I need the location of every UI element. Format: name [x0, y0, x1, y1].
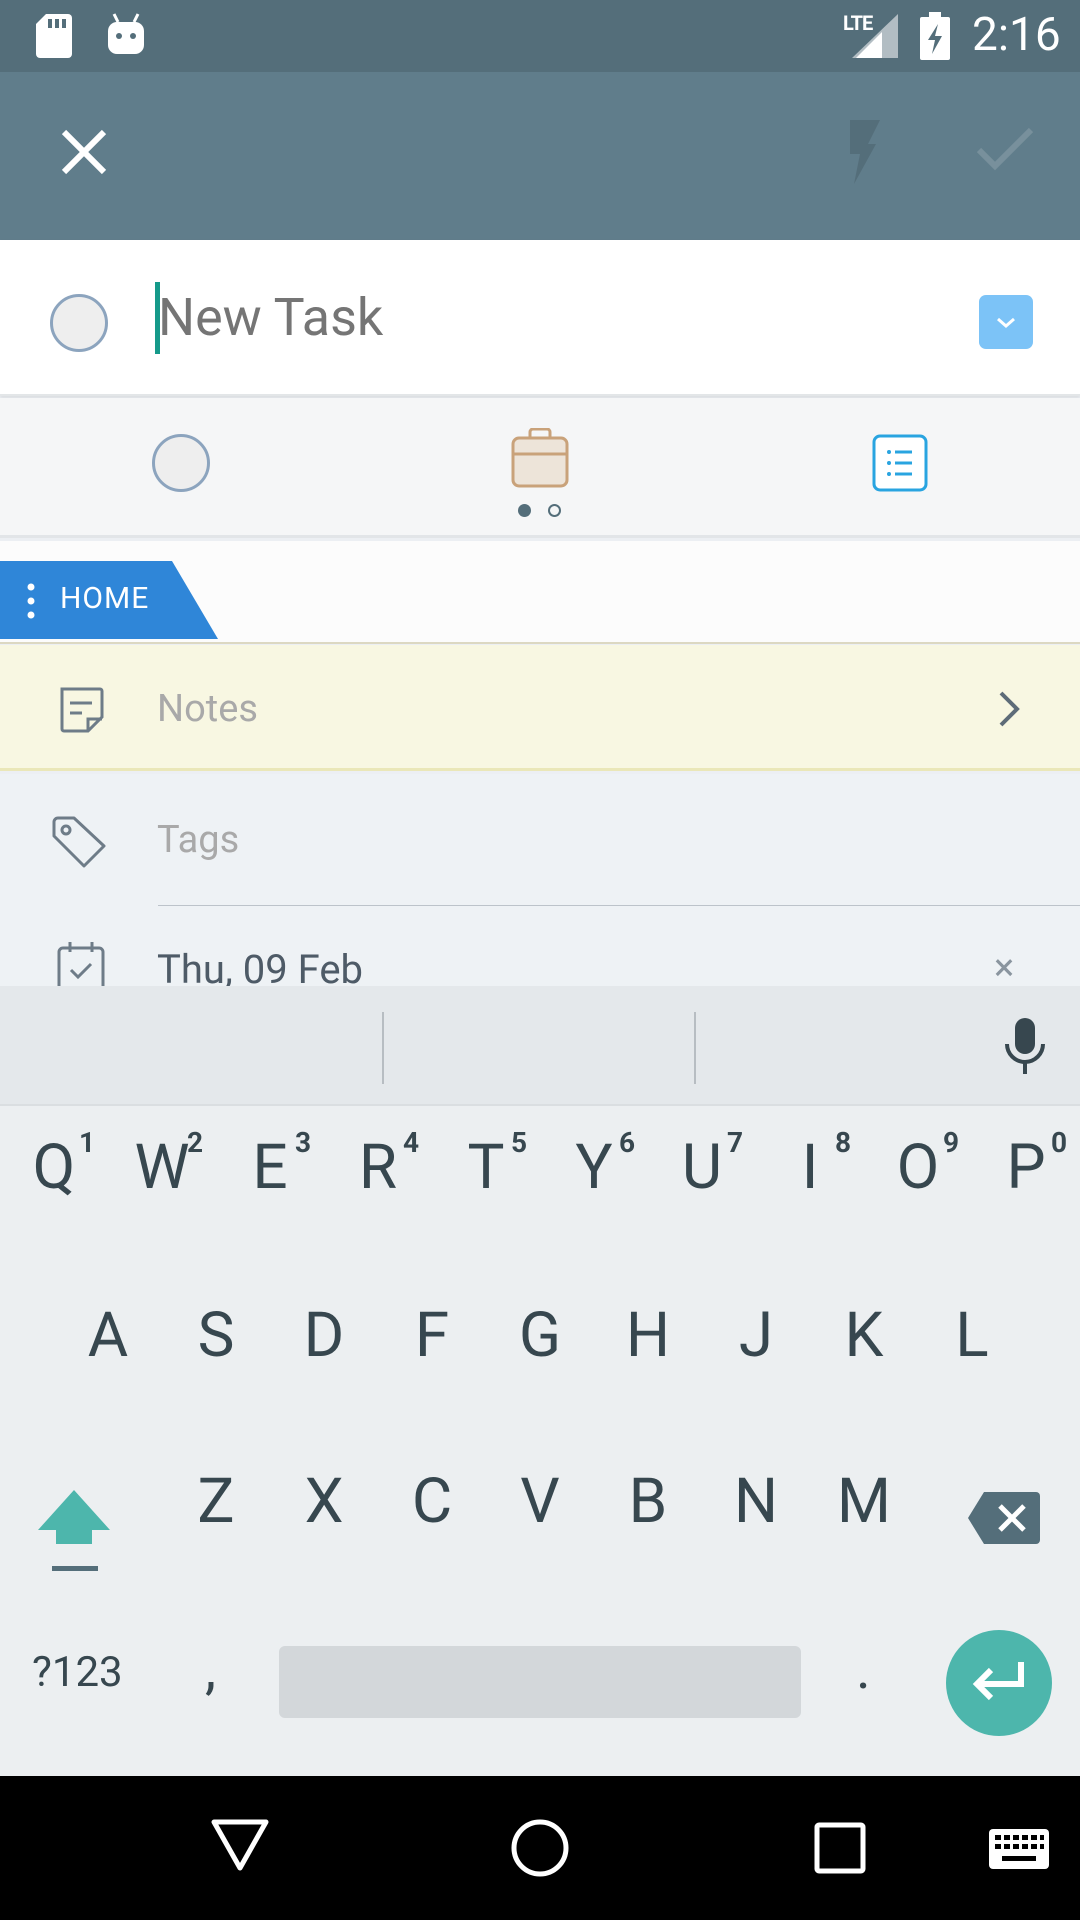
key-hint: 1 [79, 1126, 96, 1159]
notes-label: Notes [157, 687, 258, 731]
expand-dropdown-button[interactable] [979, 295, 1033, 349]
key-k[interactable]: K [814, 1276, 914, 1396]
home-icon[interactable] [510, 1818, 570, 1878]
tags-label: Tags [157, 818, 240, 862]
tag-icon [52, 816, 106, 868]
task-complete-toggle[interactable] [50, 294, 108, 352]
key-b[interactable]: B [598, 1442, 698, 1562]
category-strip: HOME [0, 541, 1080, 644]
check-icon[interactable] [975, 124, 1035, 174]
briefcase-icon[interactable] [510, 428, 570, 490]
symbols-key[interactable]: ?123 [32, 1648, 123, 1697]
suggestion-strip [0, 986, 1080, 1106]
sd-card-icon [36, 14, 72, 58]
text-cursor [155, 282, 160, 354]
notes-row[interactable]: Notes [0, 645, 1080, 771]
android-icon [108, 13, 144, 54]
category-label: HOME [60, 581, 150, 616]
page-indicator-active [518, 504, 531, 517]
backspace-icon[interactable] [966, 1490, 1042, 1546]
enter-icon [972, 1662, 1024, 1701]
key-s[interactable]: S [166, 1276, 266, 1396]
suggestion-divider [694, 1012, 696, 1084]
key-z[interactable]: Z [166, 1442, 266, 1562]
task-title-input[interactable] [158, 287, 758, 348]
key-hint: 7 [727, 1126, 744, 1159]
close-icon[interactable] [56, 124, 112, 180]
key-hint: 3 [295, 1126, 312, 1159]
chevron-right-icon [999, 691, 1020, 727]
key-f[interactable]: F [382, 1276, 482, 1396]
battery-charging-icon [920, 12, 950, 60]
clear-date-button[interactable]: × [994, 946, 1014, 986]
key-a[interactable]: A [58, 1276, 158, 1396]
key-g[interactable]: G [490, 1276, 590, 1396]
key-hint: 5 [511, 1126, 528, 1159]
checklist-icon[interactable] [872, 434, 928, 492]
key-d[interactable]: D [274, 1276, 374, 1396]
calendar-check-icon [57, 942, 105, 986]
enter-key[interactable] [946, 1630, 1052, 1736]
key-m[interactable]: M [814, 1442, 914, 1562]
chevron-down-icon [997, 317, 1015, 328]
space-bar[interactable] [279, 1646, 801, 1718]
key-hint: 9 [943, 1126, 960, 1159]
note-icon [60, 687, 104, 733]
tags-row[interactable]: Tags [0, 774, 1080, 907]
shift-icon[interactable] [36, 1486, 112, 1576]
lightning-icon[interactable] [840, 120, 884, 184]
microphone-icon[interactable] [1001, 1016, 1049, 1078]
system-navigation-bar [0, 1776, 1080, 1920]
key-v[interactable]: V [490, 1442, 590, 1562]
period-key[interactable]: . [856, 1636, 871, 1702]
key-hint: 8 [835, 1126, 852, 1159]
status-bar: LTE 2:16 [0, 0, 1080, 72]
key-hint: 6 [619, 1126, 636, 1159]
key-c[interactable]: C [382, 1442, 482, 1562]
key-h[interactable]: H [598, 1276, 698, 1396]
due-date-row[interactable]: Thu, 09 Feb × [0, 906, 1080, 986]
keyboard-switch-icon[interactable] [988, 1828, 1050, 1870]
more-vert-icon[interactable] [27, 583, 35, 619]
signal-icon [852, 14, 898, 58]
comma-key[interactable]: , [205, 1636, 216, 1702]
item-type-switcher [0, 398, 1080, 538]
key-hint: 2 [187, 1126, 204, 1159]
type-task-option[interactable] [152, 434, 210, 492]
key-hint: 0 [1051, 1126, 1068, 1159]
back-icon[interactable] [210, 1818, 270, 1872]
key-n[interactable]: N [706, 1442, 806, 1562]
top-toolbar [0, 72, 1080, 240]
task-title-row [0, 240, 1080, 396]
due-date-label: Thu, 09 Feb [157, 946, 363, 986]
key-l[interactable]: L [922, 1276, 1022, 1396]
key-j[interactable]: J [706, 1276, 806, 1396]
key-hint: 4 [403, 1126, 420, 1159]
soft-keyboard: Q W E R T Y U I O P 1 2 3 4 5 6 7 8 9 0 … [0, 986, 1080, 1776]
clock: 2:16 [972, 8, 1061, 62]
page-indicator-inactive [548, 504, 561, 517]
key-x[interactable]: X [274, 1442, 374, 1562]
recents-icon[interactable] [814, 1822, 866, 1874]
suggestion-divider [382, 1012, 384, 1084]
